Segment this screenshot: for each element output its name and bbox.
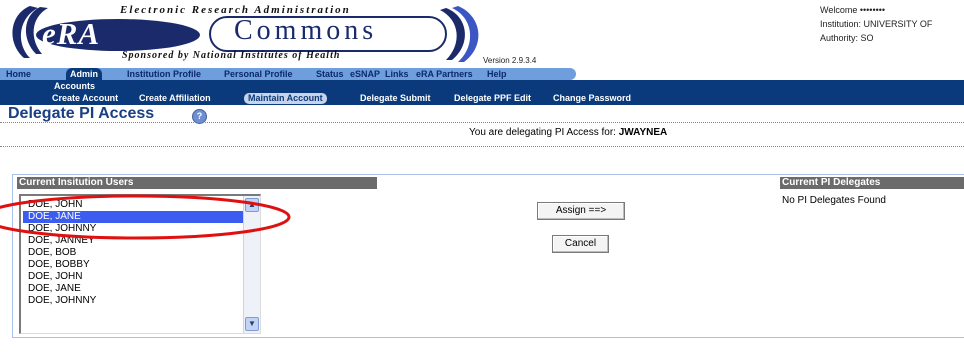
subnav-delegate-submit[interactable]: Delegate Submit [360, 93, 431, 104]
list-item[interactable]: DOE, JANE [23, 283, 250, 295]
subnav-change-password[interactable]: Change Password [553, 93, 631, 104]
delegates-panel-header: Current PI Delegates [780, 177, 964, 189]
no-delegates-message: No PI Delegates Found [782, 195, 886, 206]
user-info: Welcome •••••••• Institution: UNIVERSITY… [820, 3, 932, 45]
nav-institution-profile[interactable]: Institution Profile [127, 68, 201, 80]
logo-commons-text: Commons [234, 15, 378, 46]
sub-nav: Accounts Create Account Create Affiliati… [0, 80, 964, 105]
nav-home[interactable]: Home [6, 68, 31, 80]
list-item[interactable]: DOE, JOHNNY [23, 295, 250, 307]
nav-admin[interactable]: Admin [66, 68, 102, 80]
nav-status[interactable]: Status [316, 68, 344, 80]
nav-esnap[interactable]: eSNAP [350, 68, 380, 80]
authority-text: Authority: SO [820, 33, 874, 43]
cancel-button[interactable]: Cancel [552, 235, 609, 253]
nav-links[interactable]: Links [385, 68, 409, 80]
subnav-create-account[interactable]: Create Account [52, 93, 118, 104]
delegating-prefix: You are delegating PI Access for: [469, 127, 619, 138]
annotation-ellipse [0, 194, 291, 240]
institution-text: Institution: UNIVERSITY OF [820, 19, 933, 29]
assign-button[interactable]: Assign ==> [537, 202, 625, 220]
main-nav: Home Admin Institution Profile Personal … [0, 68, 576, 80]
list-item[interactable]: DOE, JOHN [23, 271, 250, 283]
subnav-create-affiliation[interactable]: Create Affiliation [139, 93, 211, 104]
list-item[interactable]: DOE, BOB [23, 247, 250, 259]
page-title: Delegate PI Access [8, 105, 155, 122]
welcome-text: Welcome •••••••• [820, 5, 886, 15]
users-panel-header: Current Insitution Users [17, 177, 377, 189]
subnav-section-label: Accounts [54, 81, 96, 91]
logo-era-text: eRA [42, 16, 101, 51]
logo-tagline-bottom: Sponsored by National Institutes of Heal… [122, 50, 341, 61]
divider [0, 122, 964, 123]
era-commons-logo: Electronic Research Administration eRA C… [0, 0, 536, 68]
list-item[interactable]: DOE, BOBBY [23, 259, 250, 271]
nav-help[interactable]: Help [487, 68, 507, 80]
nav-personal-profile[interactable]: Personal Profile [224, 68, 293, 80]
delegating-user: JWAYNEA [618, 127, 668, 138]
scroll-down-icon[interactable]: ▼ [245, 317, 259, 331]
divider [0, 146, 964, 147]
subnav-maintain-account[interactable]: Maintain Account [244, 93, 327, 104]
nav-era-partners[interactable]: eRA Partners [416, 68, 473, 80]
subnav-delegate-ppf-edit[interactable]: Delegate PPF Edit [454, 93, 531, 104]
version-label: Version 2.9.3.4 [483, 56, 537, 65]
delegating-message: You are delegating PI Access for: JWAYNE… [469, 127, 667, 138]
